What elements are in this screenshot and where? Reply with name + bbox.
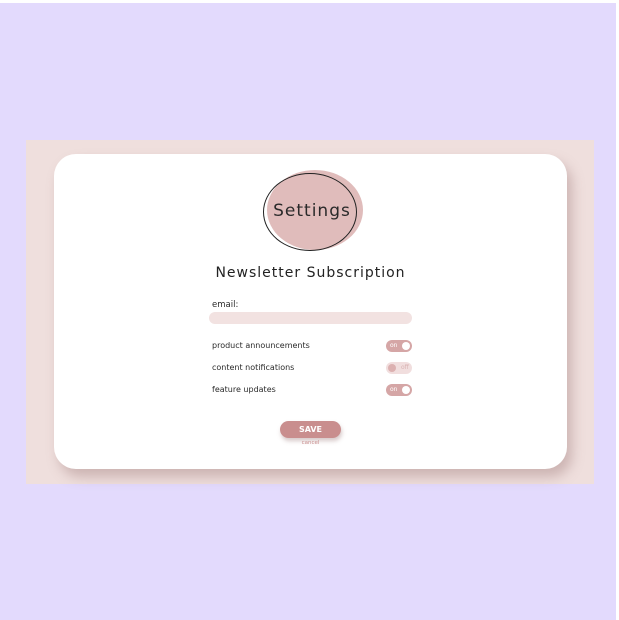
- option-label: feature updates: [212, 385, 276, 394]
- settings-card: Settings Newsletter Subscription email: …: [54, 154, 567, 469]
- toggle-state-text: on: [390, 342, 398, 349]
- option-label: product announcements: [212, 341, 310, 350]
- toggle-knob: [402, 342, 410, 350]
- form-title: Newsletter Subscription: [215, 265, 406, 281]
- product-announcements-toggle[interactable]: on: [386, 340, 412, 352]
- option-label: content notifications: [212, 363, 295, 372]
- logo-text: Settings: [273, 201, 351, 221]
- toggle-state-text: off: [401, 364, 409, 371]
- toggle-knob: [388, 364, 396, 372]
- email-field[interactable]: [209, 312, 412, 324]
- cancel-link[interactable]: cancel: [280, 440, 341, 446]
- toggle-state-text: on: [390, 386, 398, 393]
- settings-logo: Settings: [262, 170, 367, 252]
- toggle-knob: [402, 386, 410, 394]
- content-notifications-toggle[interactable]: off: [386, 362, 412, 374]
- option-row-feature-updates: feature updates on: [212, 384, 412, 398]
- save-button[interactable]: SAVE: [280, 421, 341, 438]
- email-label: email:: [212, 300, 239, 310]
- option-row-content-notifications: content notifications off: [212, 362, 412, 376]
- feature-updates-toggle[interactable]: on: [386, 384, 412, 396]
- option-row-product-announcements: product announcements on: [212, 340, 412, 354]
